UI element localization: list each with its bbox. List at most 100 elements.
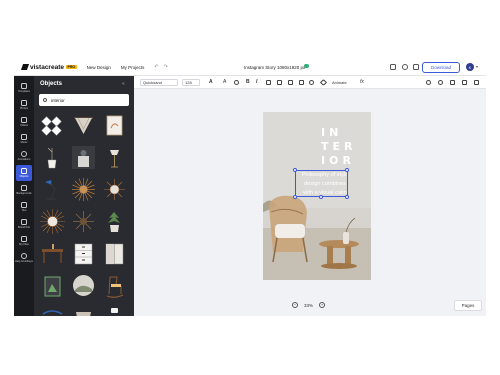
zoom-in-button[interactable]: +: [319, 302, 326, 308]
resize-handle[interactable]: [293, 168, 297, 172]
sidebar-item-videos[interactable]: Videos: [14, 114, 34, 130]
layers-icon[interactable]: [426, 80, 431, 85]
sidebar-item-help[interactable]: Help & Hotkeys: [14, 250, 34, 266]
help-icon: [21, 252, 27, 259]
logo-mark-icon: [20, 64, 30, 70]
videos-icon: [21, 116, 27, 123]
logo-text: vistacreate: [30, 63, 64, 71]
link-icon[interactable]: [319, 78, 328, 87]
chevron-down-icon[interactable]: ▾: [476, 64, 478, 69]
redo-icon[interactable]: ↷: [164, 64, 168, 70]
sidebar-item-objects[interactable]: Objects: [16, 165, 32, 181]
transparency-icon[interactable]: [299, 80, 304, 85]
resize-handle[interactable]: [345, 168, 349, 172]
headline-line: IN: [321, 126, 343, 139]
text-color-icon[interactable]: A: [223, 79, 226, 85]
animations-icon: [21, 150, 27, 157]
object-thumbnail[interactable]: [101, 176, 128, 203]
font-family-select[interactable]: Quicksand: [140, 79, 178, 86]
pages-label: Pages: [461, 303, 475, 308]
logo[interactable]: vistacreate PRO: [20, 63, 77, 71]
shadow-icon[interactable]: [309, 80, 314, 85]
top-bar: vistacreate PRO New Design My Projects ↶…: [14, 59, 486, 76]
sidebar-item-label: Photos: [19, 107, 29, 111]
object-thumbnail[interactable]: [70, 304, 97, 316]
object-thumbnail[interactable]: [70, 144, 97, 171]
rotate-handle[interactable]: [319, 195, 323, 199]
new-design-link[interactable]: New Design: [87, 65, 111, 70]
zoom-out-button[interactable]: −: [292, 302, 298, 308]
sidebar-item-label: My Files: [19, 243, 29, 247]
object-thumbnail[interactable]: [39, 208, 66, 235]
zoom-controls: − 33% +: [292, 302, 326, 308]
panel-title: Objects: [40, 81, 63, 87]
sidebar-item-photos[interactable]: Photos: [14, 97, 34, 113]
object-thumbnail[interactable]: [70, 240, 97, 267]
object-thumbnail[interactable]: [70, 112, 97, 139]
cloud-saved-icon: [304, 64, 309, 68]
sidebar-item-my-files[interactable]: My Files: [14, 233, 34, 249]
pages-button[interactable]: Pages: [454, 300, 482, 311]
download-label: Download: [430, 65, 451, 70]
object-thumbnail[interactable]: [39, 240, 66, 267]
object-thumbnail[interactable]: [39, 272, 66, 299]
align-icon[interactable]: [266, 80, 271, 85]
photos-icon: [21, 99, 27, 106]
avatar[interactable]: K: [466, 63, 474, 71]
document-name[interactable]: Instagram Story 1080x1920 px: [244, 65, 305, 70]
object-thumbnail[interactable]: [101, 304, 128, 316]
download-button[interactable]: Download: [422, 62, 460, 73]
object-thumbnail[interactable]: [101, 112, 128, 139]
pro-badge: PRO: [65, 65, 77, 69]
sidebar-item-brand-kits[interactable]: Brand Kits: [14, 216, 34, 232]
share-icon[interactable]: [402, 64, 408, 70]
zoom-level[interactable]: 33%: [304, 303, 313, 308]
sidebar-item-backgrounds[interactable]: Backgrounds: [14, 182, 34, 198]
object-thumbnail[interactable]: [70, 272, 97, 299]
object-thumbnail[interactable]: [101, 272, 128, 299]
resize-icon[interactable]: [413, 64, 419, 70]
object-thumbnail[interactable]: [70, 176, 97, 203]
text-case-icon[interactable]: A: [209, 79, 213, 85]
opacity-icon[interactable]: [438, 80, 443, 85]
my-projects-link[interactable]: My Projects: [121, 65, 145, 70]
object-thumbnail[interactable]: [101, 208, 128, 235]
fx-button[interactable]: fx: [360, 79, 364, 85]
object-thumbnail[interactable]: [39, 304, 66, 316]
object-thumbnail[interactable]: [39, 144, 66, 171]
backgrounds-icon: [21, 184, 27, 191]
search-value: interior: [51, 97, 65, 103]
design-artboard[interactable]: IN TER IOR Philosophy of style design co…: [263, 112, 371, 280]
object-thumbnail[interactable]: [70, 208, 97, 235]
object-thumbnail[interactable]: [39, 176, 66, 203]
resize-handle[interactable]: [293, 195, 297, 199]
objects-panel: Objects « interior: [34, 76, 134, 316]
selection-box[interactable]: [295, 170, 348, 197]
sidebar-item-animations[interactable]: Animations: [14, 148, 34, 164]
search-input[interactable]: interior: [39, 94, 129, 106]
font-size-select[interactable]: 128: [182, 79, 200, 86]
lock-icon[interactable]: [462, 80, 467, 85]
italic-icon[interactable]: I: [256, 79, 257, 85]
collapse-icon[interactable]: «: [122, 81, 125, 87]
copy-icon[interactable]: [450, 80, 455, 85]
sidebar-item-text[interactable]: Text: [14, 199, 34, 215]
animate-button[interactable]: Animate: [332, 80, 347, 85]
resize-handle[interactable]: [345, 195, 349, 199]
sidebar-item-templates[interactable]: Templates: [14, 80, 34, 96]
comment-icon[interactable]: [390, 64, 396, 70]
sidebar-item-label: Objects: [19, 175, 29, 179]
undo-icon[interactable]: ↶: [154, 64, 158, 70]
object-thumbnail[interactable]: [39, 112, 66, 139]
objects-icon: [21, 167, 27, 174]
sidebar-item-label: Text: [21, 209, 27, 213]
sidebar-item-label: Templates: [18, 90, 30, 94]
effects-icon[interactable]: [234, 80, 239, 85]
object-thumbnail[interactable]: [101, 240, 128, 267]
object-thumbnail[interactable]: [101, 144, 128, 171]
list-icon[interactable]: [277, 80, 282, 85]
spacing-icon[interactable]: [288, 80, 293, 85]
trash-icon[interactable]: [474, 80, 479, 85]
sidebar-item-music[interactable]: Music: [14, 131, 34, 147]
bold-icon[interactable]: B: [246, 79, 250, 85]
